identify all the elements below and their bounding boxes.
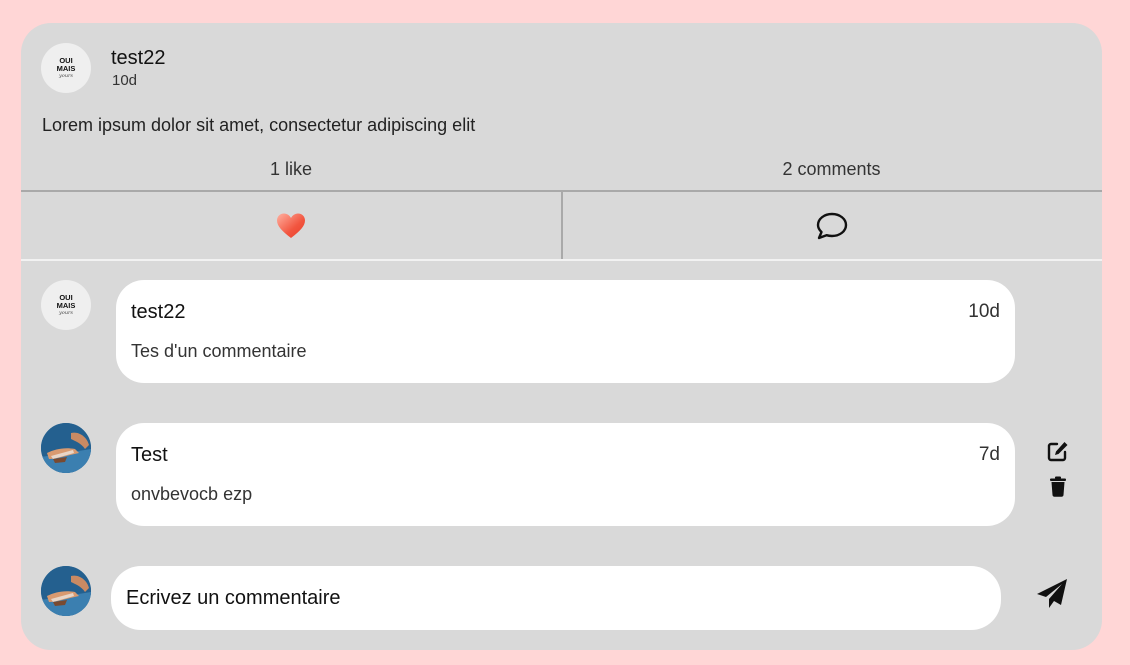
- comment-text: onvbevocb ezp: [131, 484, 253, 504]
- post-body: Lorem ipsum dolor sit amet, consectetur …: [42, 115, 476, 135]
- post-author-avatar[interactable]: OUI MAIS yours: [41, 43, 91, 93]
- comment-timestamp: 7d: [978, 444, 1000, 465]
- comment-bubble: test22 10d Tes d'un commentaire: [116, 280, 1015, 383]
- comment-text: Tes d'un commentaire: [131, 341, 307, 361]
- comment-author-avatar[interactable]: OUI MAIS yours: [41, 280, 91, 330]
- user-photo: [41, 423, 91, 473]
- comment-timestamp: 10d: [968, 301, 1000, 322]
- send-paper-plane-icon: [1037, 578, 1067, 608]
- comment-author[interactable]: Test: [131, 444, 168, 467]
- delete-comment-button[interactable]: [1048, 475, 1068, 497]
- edit-comment-button[interactable]: [1047, 440, 1069, 462]
- avatar-logo-line: MAIS: [56, 301, 76, 310]
- trash-icon: [1050, 476, 1066, 497]
- speech-bubble-icon: [817, 212, 848, 239]
- post-author-name[interactable]: test22: [111, 47, 165, 70]
- avatar-logo-line: yours: [58, 73, 73, 79]
- like-count[interactable]: 1 like: [21, 159, 561, 180]
- comment-button[interactable]: [563, 192, 1103, 259]
- edit-icon: [1047, 442, 1068, 462]
- comment-count[interactable]: 2 comments: [561, 159, 1102, 180]
- send-comment-button[interactable]: [1034, 576, 1070, 610]
- avatar-logo-line: MAIS: [56, 64, 76, 73]
- user-photo: [41, 566, 91, 616]
- like-button[interactable]: [21, 192, 563, 259]
- comment-bubble: Test 7d onvbevocb ezp: [116, 423, 1015, 526]
- comment-input[interactable]: [111, 566, 1001, 630]
- comment-author[interactable]: test22: [131, 301, 185, 324]
- heart-icon: [276, 213, 305, 238]
- comment-author-avatar[interactable]: [41, 423, 91, 473]
- current-user-avatar: [41, 566, 91, 616]
- post-card: OUI MAIS yours test22 10d Lorem ipsum do…: [21, 23, 1102, 650]
- post-timestamp: 10d: [112, 72, 138, 89]
- avatar-logo-line: yours: [58, 310, 73, 316]
- post-actions: [21, 190, 1102, 261]
